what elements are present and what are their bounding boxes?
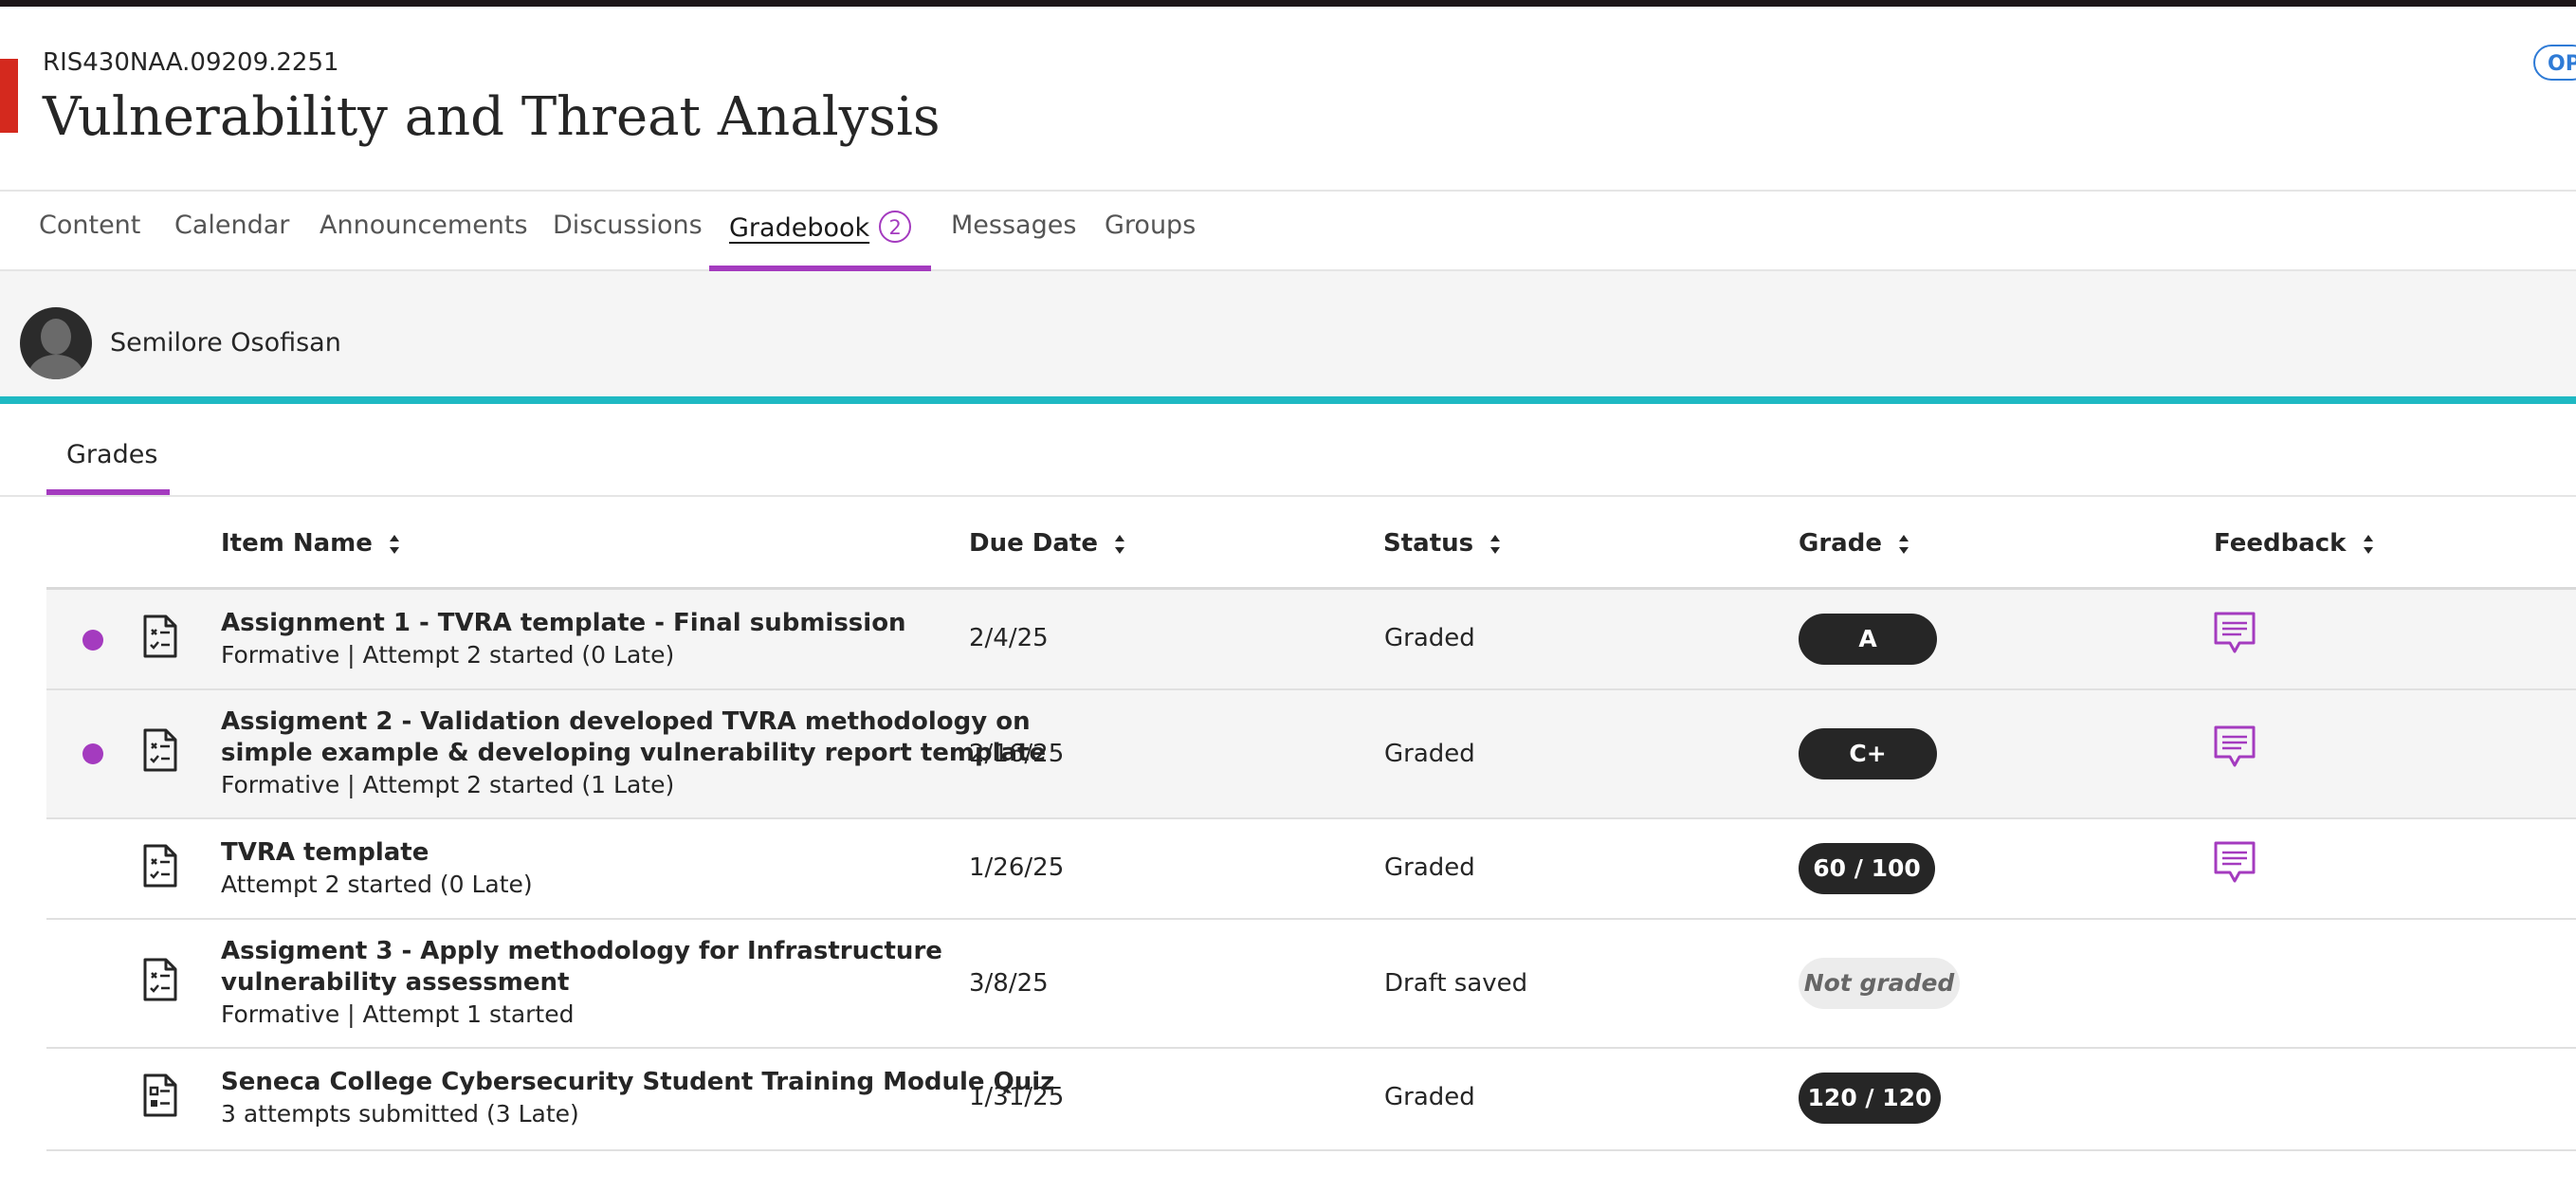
sort-icon [1899,534,1909,554]
item-title-link[interactable]: TVRA template [221,838,429,867]
item-title-link-line2[interactable]: vulnerability assessment [221,968,569,997]
course-color-tab [0,59,18,133]
column-due-date[interactable]: Due Date [969,529,1125,558]
top-strip [0,0,2576,7]
tab-grades[interactable]: Grades [46,404,170,495]
due-date: 3/8/25 [969,969,1049,998]
item-title-link[interactable]: Assigment 2 - Validation developed TVRA … [221,707,1031,736]
status: Graded [1384,1083,1475,1111]
item-title-link[interactable]: Seneca College Cybersecurity Student Tra… [221,1068,1054,1096]
item-title-link[interactable]: Assignment 1 - TVRA template - Final sub… [221,609,906,637]
avatar [20,307,92,379]
tab-content[interactable]: Content [39,211,140,271]
assignment-doc-icon [143,844,177,888]
feedback-icon[interactable] [2213,611,2256,656]
grade-pill-not-graded: Not graded [1799,958,1960,1009]
course-title: Vulnerability and Threat Analysis [43,86,941,148]
table-row[interactable]: TVRA template Attempt 2 started (0 Late)… [46,819,2576,920]
new-activity-dot [82,743,103,764]
item-subtitle: Formative | Attempt 2 started (0 Late) [221,641,675,669]
table-row[interactable]: Assigment 2 - Validation developed TVRA … [46,690,2576,819]
tab-gradebook-label: Gradebook [729,213,870,243]
due-date: 2/16/25 [969,740,1065,768]
feedback-icon[interactable] [2213,724,2256,770]
table-row[interactable]: Seneca College Cybersecurity Student Tra… [46,1049,2576,1151]
item-subtitle: 3 attempts submitted (3 Late) [221,1100,579,1128]
grades-table-header: Item Name Due Date Status Grade Feedback [46,497,2576,590]
sort-icon [1115,534,1125,554]
sort-icon [1490,534,1501,554]
grade-pill[interactable]: A [1799,614,1937,665]
course-nav: Content Calendar Announcements Discussio… [0,192,2576,271]
status: Graded [1384,740,1475,768]
item-subtitle: Attempt 2 started (0 Late) [221,871,533,898]
status: Graded [1384,853,1475,882]
due-date: 2/4/25 [969,624,1049,652]
column-status[interactable]: Status [1383,529,1501,558]
item-subtitle: Formative | Attempt 1 started [221,1000,575,1028]
grades-subtabs: Grades [0,404,2576,497]
tab-discussions[interactable]: Discussions [553,211,703,271]
grade-pill[interactable]: 120 / 120 [1799,1073,1941,1124]
column-grade[interactable]: Grade [1799,529,1909,558]
feedback-icon[interactable] [2213,840,2256,886]
course-open-badge[interactable]: OP [2533,45,2576,81]
due-date: 1/26/25 [969,853,1065,882]
course-header: RIS430NAA.09209.2251 Vulnerability and T… [0,7,2576,192]
item-title-link-line2[interactable]: simple example & developing vulnerabilit… [221,739,1046,767]
tab-announcements[interactable]: Announcements [320,211,528,271]
tab-groups[interactable]: Groups [1105,211,1196,271]
student-bar: Semilore Osofisan [0,271,2576,404]
tab-messages[interactable]: Messages [951,211,1076,271]
assignment-doc-icon [143,958,177,1001]
table-row[interactable]: Assigment 3 - Apply methodology for Infr… [46,920,2576,1049]
column-feedback[interactable]: Feedback [2214,529,2374,558]
student-name: Semilore Osofisan [110,328,341,358]
assignment-doc-icon [143,614,177,658]
status: Graded [1384,624,1475,652]
test-doc-icon [143,1073,177,1117]
due-date: 1/31/25 [969,1083,1065,1111]
item-subtitle: Formative | Attempt 2 started (1 Late) [221,771,675,798]
grade-pill[interactable]: 60 / 100 [1799,843,1935,894]
sort-icon [2363,534,2373,554]
tab-gradebook[interactable]: Gradebook 2 [709,211,931,271]
new-activity-dot [82,630,103,651]
item-title-link[interactable]: Assigment 3 - Apply methodology for Infr… [221,937,942,965]
column-item-name[interactable]: Item Name [221,529,400,558]
status: Draft saved [1384,969,1528,998]
gradebook-count-badge: 2 [879,211,912,243]
assignment-doc-icon [143,728,177,772]
course-id: RIS430NAA.09209.2251 [43,48,339,77]
tab-calendar[interactable]: Calendar [174,211,289,271]
sort-icon [389,534,399,554]
table-row[interactable]: Assignment 1 - TVRA template - Final sub… [46,590,2576,690]
grade-pill[interactable]: C+ [1799,728,1937,779]
